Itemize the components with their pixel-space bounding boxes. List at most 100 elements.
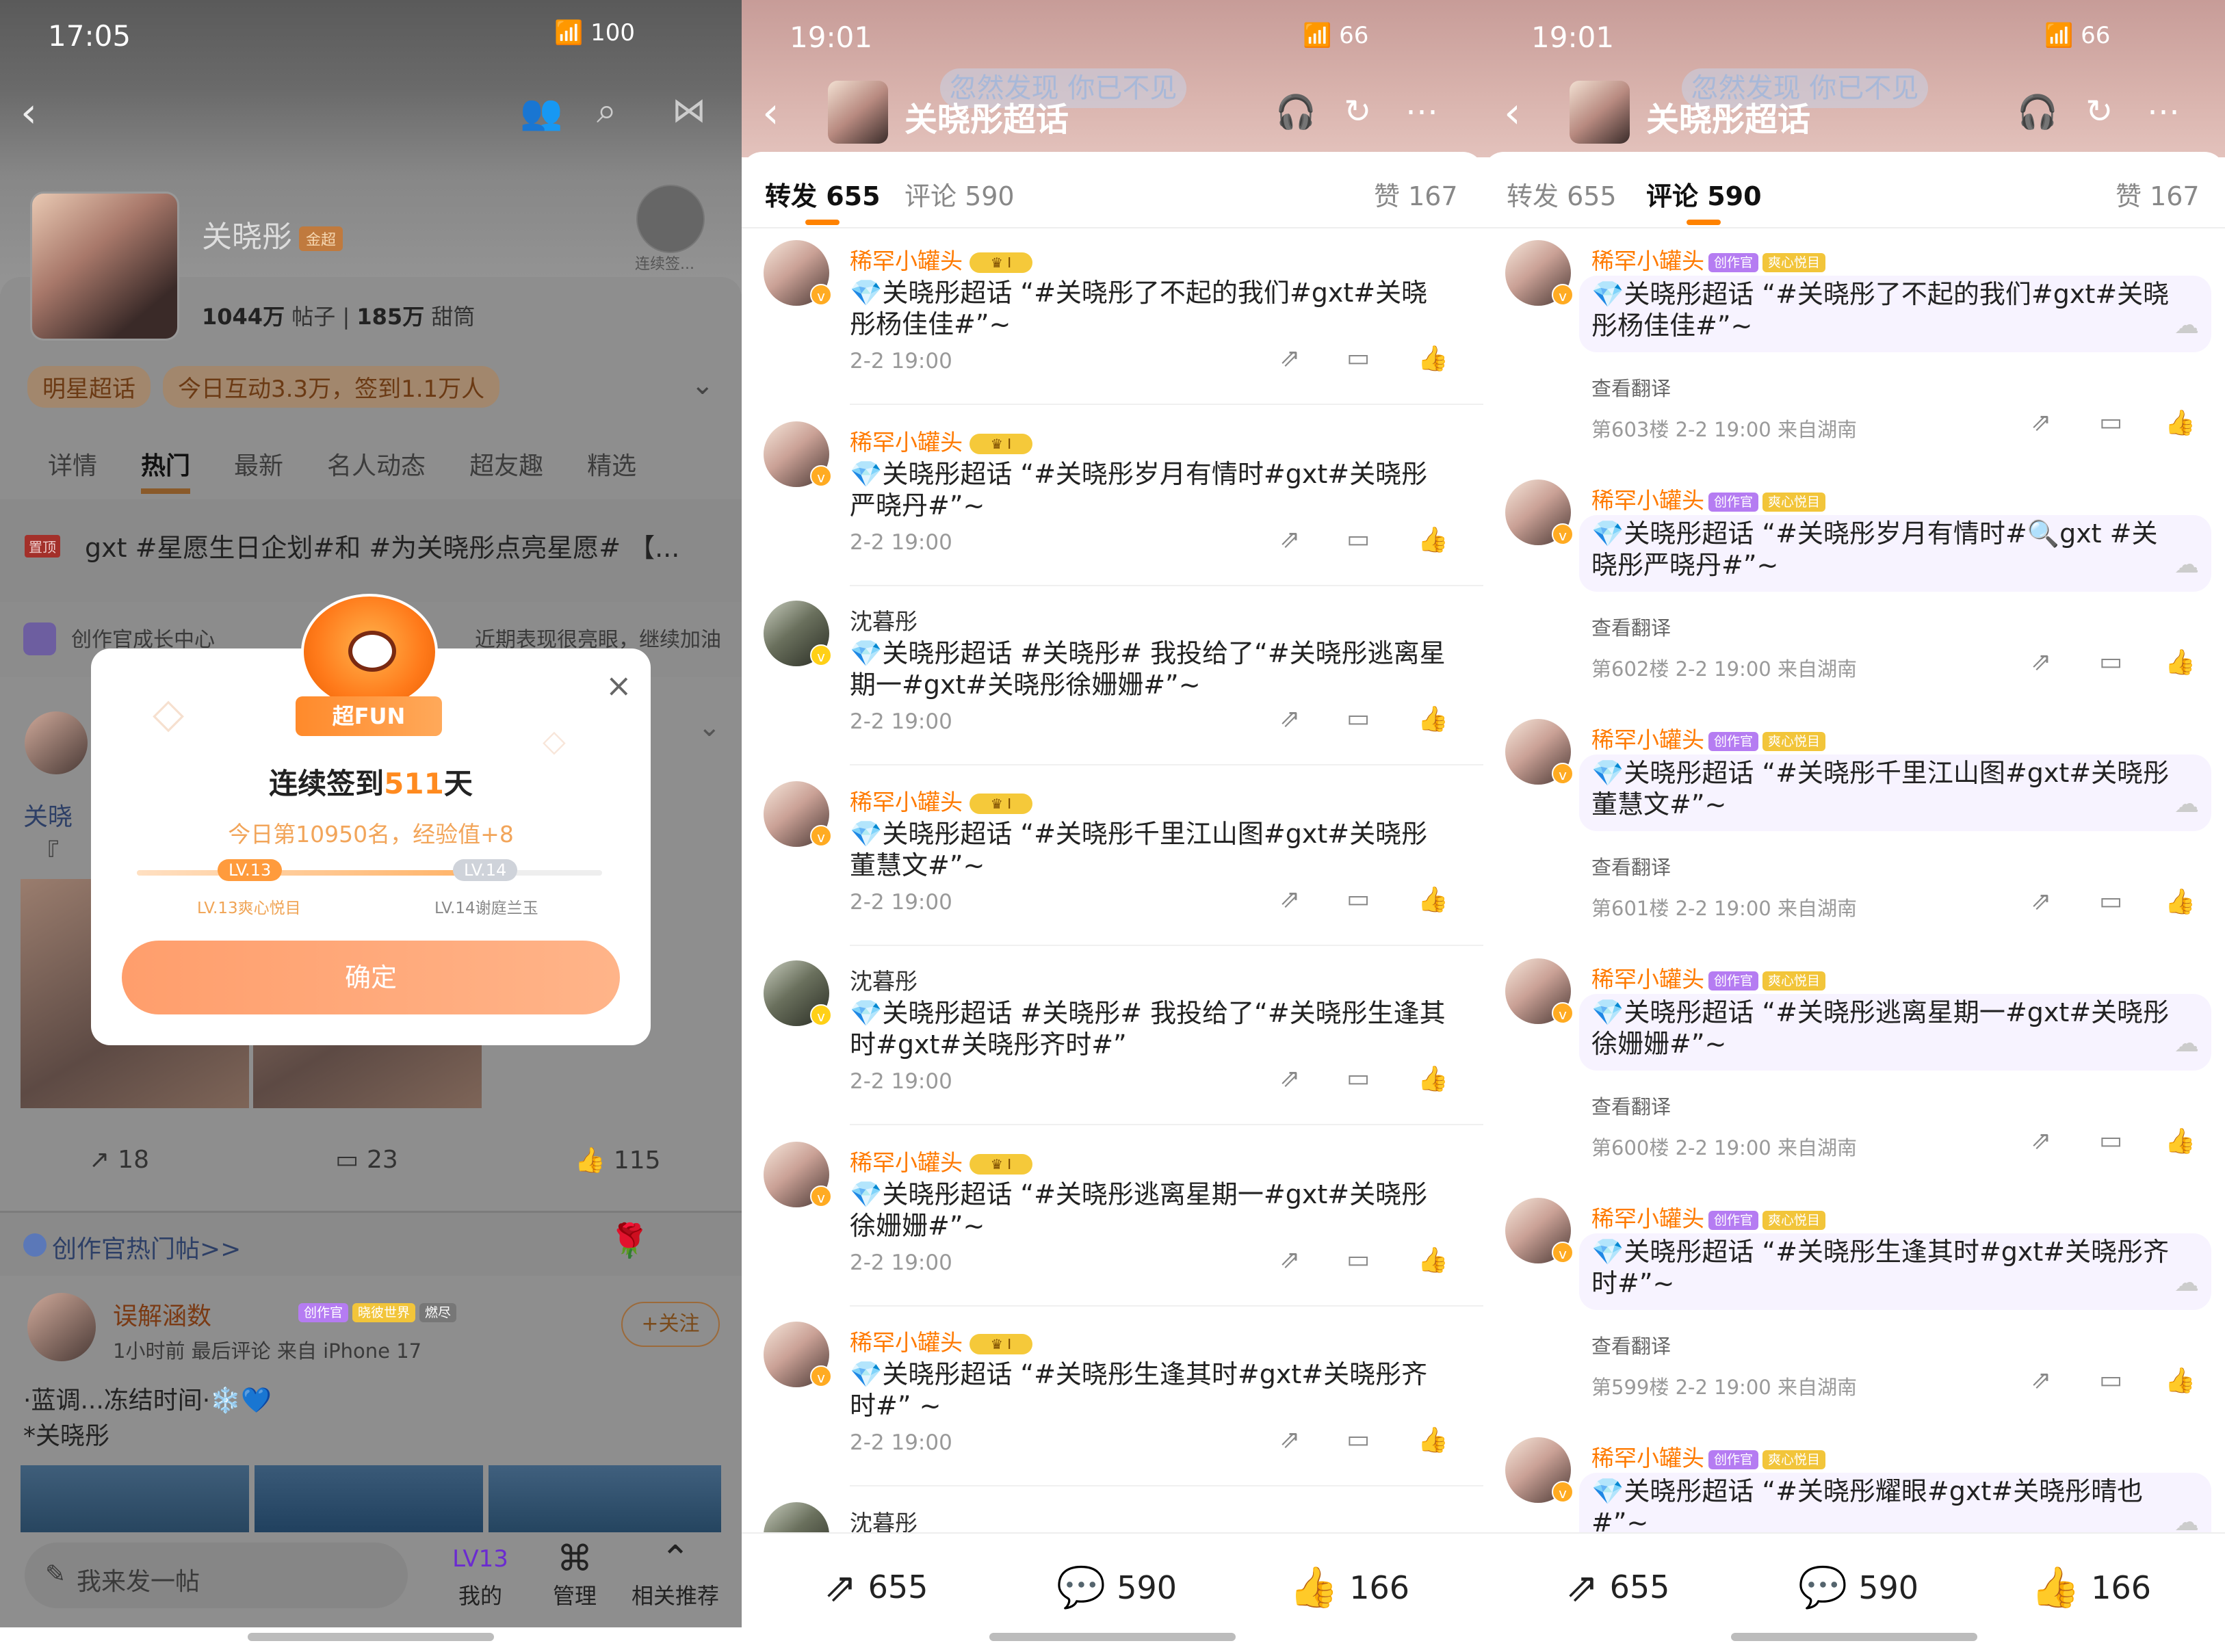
thumbs-up-icon[interactable]: 👍 — [1418, 1246, 1448, 1274]
topic-thumb[interactable] — [828, 81, 888, 144]
thumbs-up-icon[interactable]: 👍 — [1418, 885, 1448, 914]
back-icon[interactable]: ‹ — [21, 89, 37, 137]
search-icon[interactable]: ⌕ — [597, 90, 616, 132]
like-button[interactable]: 👍 166 — [1289, 1564, 1409, 1611]
comment-icon[interactable]: ▭ — [1346, 1246, 1370, 1274]
comment-button[interactable]: 💬 590 — [1798, 1564, 1918, 1611]
more-icon[interactable]: ⋯ — [2147, 92, 2180, 131]
pinned-post[interactable]: 置顶 gxt #星愿生日企划#和 #为关晓彤点亮星愿# 【... — [0, 499, 742, 602]
thumbs-up-icon[interactable]: 👍 — [2165, 408, 2196, 437]
listen-icon[interactable]: 🎧 — [1275, 92, 1316, 131]
translate-link[interactable]: 查看翻译 — [1591, 1091, 1671, 1120]
share-icon[interactable]: ⇗ — [2031, 887, 2051, 915]
username[interactable]: 稀罕小罐头 ♛ I — [850, 243, 1032, 276]
share-icon[interactable]: ⇗ — [2031, 1127, 2051, 1155]
thumbs-up-icon[interactable]: 👍 — [2165, 1127, 2196, 1155]
topic-avatar[interactable] — [30, 192, 179, 341]
like-button[interactable]: 👍 166 — [2031, 1564, 2151, 1611]
username[interactable]: 稀罕小罐头 ♛ I — [850, 1324, 1032, 1357]
share-icon[interactable]: ⋈ — [672, 90, 706, 130]
tab-like[interactable]: 赞 167 — [2116, 175, 2200, 213]
creator-hot-posts[interactable]: 创作官热门帖>> 🌹 — [0, 1211, 742, 1276]
refresh-icon[interactable]: ↻ — [1344, 92, 1371, 131]
comment-icon[interactable]: ▭ — [2099, 1127, 2122, 1155]
username[interactable]: 沈暮彤 — [850, 603, 918, 636]
comment-icon[interactable]: ▭ — [1346, 1064, 1370, 1092]
comment-icon[interactable]: ▭ — [1346, 525, 1370, 553]
comment-icon[interactable]: ▭ — [2099, 408, 2122, 436]
username[interactable]: 稀罕小罐头 创作官 爽心悦目 — [1591, 1201, 1826, 1233]
share-icon[interactable]: ⇗ — [2031, 1366, 2051, 1394]
comment-icon[interactable]: ▭ — [1346, 885, 1370, 913]
listen-icon[interactable]: 🎧 — [2017, 92, 2058, 131]
back-icon[interactable]: ‹ — [762, 88, 779, 137]
manage-button[interactable]: ⌘ 管理 — [534, 1539, 616, 1610]
topic-thumb[interactable] — [1570, 81, 1630, 144]
share-icon[interactable]: ⇗ — [1279, 344, 1300, 372]
comment-button[interactable]: 💬 590 — [1056, 1564, 1177, 1611]
username[interactable]: 稀罕小罐头 ♛ I — [850, 424, 1032, 457]
share-icon[interactable]: ⇗ — [1279, 525, 1300, 553]
thumbs-up-icon[interactable]: 👍 — [1418, 344, 1448, 373]
translate-link[interactable]: 查看翻译 — [1591, 373, 1671, 402]
username[interactable]: 稀罕小罐头 创作官 爽心悦目 — [1591, 482, 1826, 515]
tab-featured[interactable]: 精选 — [587, 446, 636, 494]
thumbs-up-icon[interactable]: 👍 — [1418, 1064, 1448, 1093]
group-icon[interactable]: 👥 — [520, 92, 562, 133]
share-button[interactable]: ⇗ 655 — [824, 1564, 928, 1610]
thumbs-up-icon[interactable]: 👍 — [1418, 1426, 1448, 1454]
translate-link[interactable]: 查看翻译 — [1591, 1330, 1671, 1359]
translate-link[interactable]: 查看翻译 — [1591, 852, 1671, 880]
username[interactable]: 稀罕小罐头 创作官 爽心悦目 — [1591, 1440, 1826, 1473]
share-icon[interactable]: ⇗ — [1279, 705, 1300, 733]
translate-link[interactable]: 查看翻译 — [1591, 612, 1671, 641]
comment-icon[interactable]: ▭ — [2099, 648, 2122, 676]
page-title[interactable]: 关晓彤超话 — [1646, 92, 1810, 140]
comment-button[interactable]: ▭ 23 — [335, 1146, 398, 1174]
confirm-button[interactable]: 确定 — [122, 941, 620, 1014]
page-title[interactable]: 关晓彤超话 — [905, 92, 1069, 140]
close-icon[interactable]: × — [606, 667, 632, 704]
tab-comment[interactable]: 评论 590 — [1646, 175, 1762, 225]
like-button[interactable]: 👍 115 — [575, 1146, 661, 1175]
tag-daily-stats[interactable]: 今日互动3.3万，签到1.1万人 — [163, 366, 500, 408]
back-icon[interactable]: ‹ — [1504, 88, 1521, 137]
username[interactable]: 沈暮彤 — [850, 963, 918, 996]
tab-fun[interactable]: 超友趣 — [469, 446, 543, 494]
share-icon[interactable]: ⇗ — [1279, 1246, 1300, 1274]
username[interactable]: 稀罕小罐头 ♛ I — [850, 1144, 1032, 1177]
thumbs-up-icon[interactable]: 👍 — [1418, 705, 1448, 733]
chevron-down-icon[interactable]: ⌄ — [698, 711, 721, 743]
comment-icon[interactable]: ▭ — [2099, 1366, 2122, 1394]
post-author-avatar[interactable] — [25, 711, 88, 774]
tab-repost[interactable]: 转发 655 — [765, 175, 881, 225]
share-icon[interactable]: ⇗ — [2031, 648, 2051, 676]
comment-icon[interactable]: ▭ — [1346, 344, 1370, 372]
share-icon[interactable]: ⇗ — [1279, 1426, 1300, 1454]
repost-button[interactable]: ↗ 18 — [89, 1146, 149, 1174]
username[interactable]: 稀罕小罐头 ♛ I — [850, 784, 1032, 817]
tab-hot[interactable]: 热门 — [141, 446, 191, 494]
more-icon[interactable]: ⋯ — [1405, 92, 1438, 131]
tab-comment[interactable]: 评论 590 — [905, 175, 1015, 213]
share-icon[interactable]: ⇗ — [1279, 885, 1300, 913]
thumbs-up-icon[interactable]: 👍 — [2165, 887, 2196, 916]
thumbs-up-icon[interactable]: 👍 — [2165, 648, 2196, 677]
user-avatar[interactable] — [27, 1293, 96, 1361]
follow-button[interactable]: +关注 — [621, 1302, 720, 1347]
related-button[interactable]: ⌃ 相关推荐 — [624, 1539, 727, 1610]
thumbs-up-icon[interactable]: 👍 — [2165, 1366, 2196, 1395]
post2-photo-1[interactable] — [21, 1465, 249, 1534]
mine-button[interactable]: LV13 我的 — [439, 1539, 521, 1610]
comment-icon[interactable]: ▭ — [2099, 887, 2122, 915]
tab-like[interactable]: 赞 167 — [1374, 175, 1458, 213]
thumbs-up-icon[interactable]: 👍 — [1418, 525, 1448, 554]
compose-input[interactable]: ✎ 我来发一帖 — [25, 1543, 408, 1608]
tab-celebrity[interactable]: 名人动态 — [327, 446, 426, 494]
tab-latest[interactable]: 最新 — [234, 446, 283, 494]
username[interactable]: 稀罕小罐头 创作官 爽心悦目 — [1591, 243, 1826, 276]
username[interactable]: 稀罕小罐头 创作官 爽心悦目 — [1591, 722, 1826, 755]
username[interactable]: 稀罕小罐头 创作官 爽心悦目 — [1591, 961, 1826, 994]
comment-icon[interactable]: ▭ — [1346, 1426, 1370, 1454]
post2-photo-3[interactable] — [489, 1465, 721, 1534]
